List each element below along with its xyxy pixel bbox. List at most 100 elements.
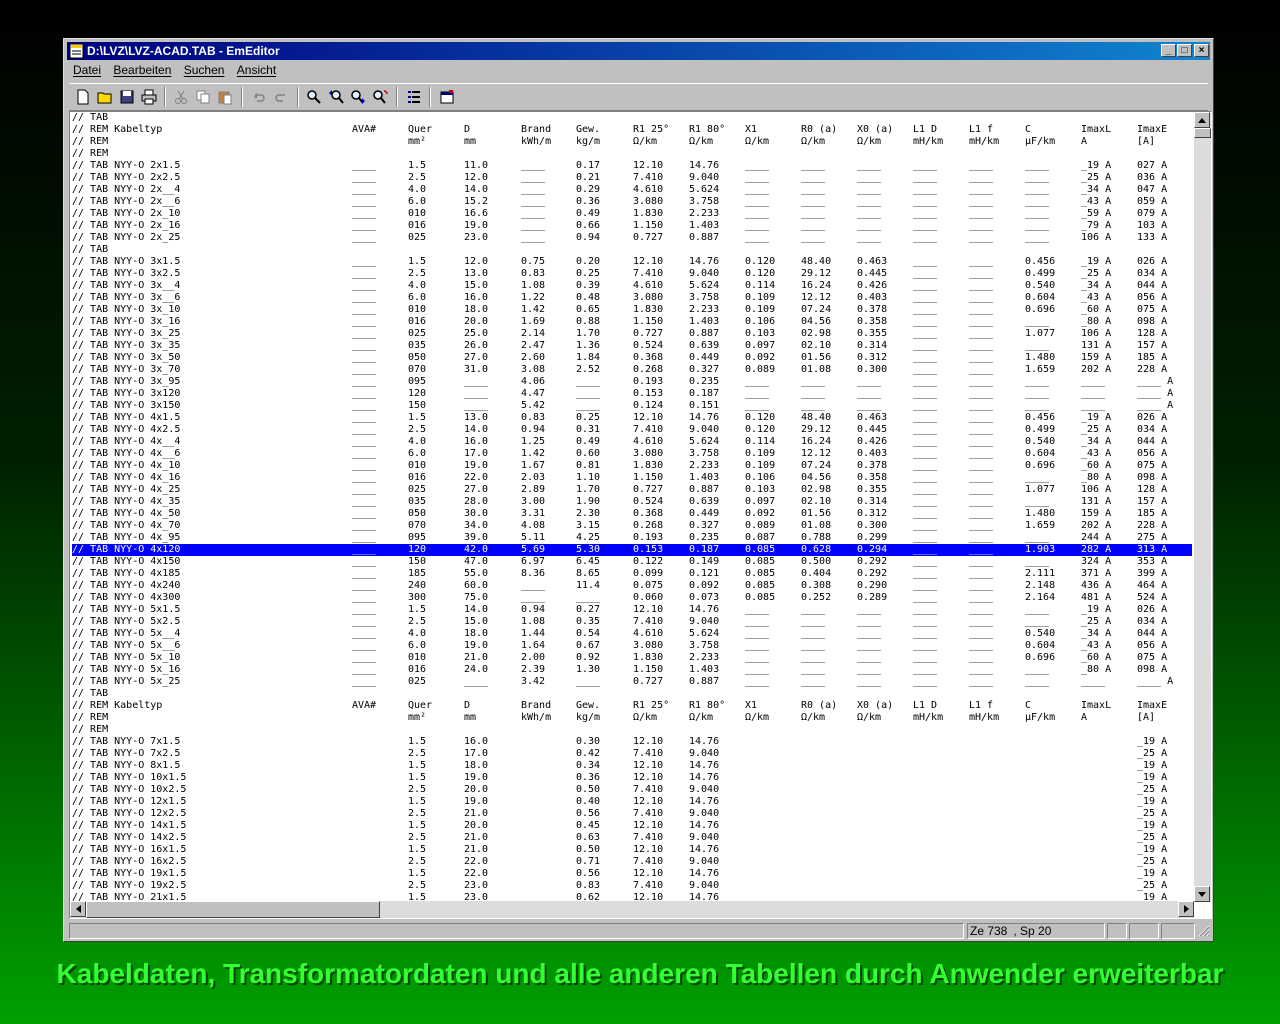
text-line[interactable]: // TAB NYY-O 19x2.5 2.5 23.0 0.83 7.410 9.040… [72, 880, 1192, 892]
text-line[interactable]: // TAB NYY-O 5x2.5 ____ 2.5 15.0 1.08 0.35 7.4… [72, 616, 1192, 628]
text-line[interactable]: // TAB NYY-O 5x1.5 ____ 1.5 14.0 0.94 0.27 12.… [72, 604, 1192, 616]
find-button[interactable] [304, 87, 324, 107]
properties-button[interactable] [404, 87, 424, 107]
text-line[interactable]: // TAB NYY-O 4x_16 ____ 016 22.0 2.03 1.10 1.1… [72, 472, 1192, 484]
text-line[interactable]: // TAB NYY-O 4x300 ____ 300 75.0 ____ ____ 0.0… [72, 592, 1192, 604]
text-line[interactable]: // TAB NYY-O 5x_10 ____ 010 21.0 2.00 0.92 1.8… [72, 652, 1192, 664]
text-line[interactable]: // TAB NYY-O 4x__4 ____ 4.0 16.0 1.25 0.49 4.6… [72, 436, 1192, 448]
text-line[interactable]: // TAB NYY-O 2x__6 ____ 6.0 15.2 ____ 0.36 3.0… [72, 196, 1192, 208]
text-line[interactable]: // TAB NYY-O 12x1.5 1.5 19.0 0.40 12.10 14.76… [72, 796, 1192, 808]
text-line[interactable]: // TAB NYY-O 12x2.5 2.5 21.0 0.56 7.410 9.040… [72, 808, 1192, 820]
emeditor-app-icon[interactable] [69, 43, 85, 59]
text-line[interactable]: // REM mm² mm kWh/m kg/m Ω/km Ω/km Ω/km Ω/km Ω/km… [72, 136, 1192, 148]
replace-button[interactable] [370, 87, 390, 107]
menu-bearbeiten[interactable]: Bearbeiten [113, 63, 171, 77]
close-button[interactable]: × [1194, 44, 1209, 57]
text-line[interactable]: // TAB NYY-O 4x__6 ____ 6.0 17.0 1.42 0.60 3.0… [72, 448, 1192, 460]
text-line[interactable]: // TAB [72, 112, 1192, 124]
paste-button[interactable] [215, 87, 235, 107]
menu-suchen[interactable]: Suchen [184, 63, 225, 77]
text-line[interactable]: // TAB NYY-O 3x__4 ____ 4.0 15.0 1.08 0.39 4.6… [72, 280, 1192, 292]
text-line[interactable]: // TAB NYY-O 16x2.5 2.5 22.0 0.71 7.410 9.040… [72, 856, 1192, 868]
text-line[interactable]: // TAB NYY-O 4x2.5 ____ 2.5 14.0 0.94 0.31 7.4… [72, 424, 1192, 436]
text-line[interactable]: // TAB NYY-O 4x_50 ____ 050 30.0 3.31 2.30 0.3… [72, 508, 1192, 520]
text-line[interactable]: // TAB NYY-O 3x2.5 ____ 2.5 13.0 0.83 0.25 7.4… [72, 268, 1192, 280]
text-line[interactable]: // TAB NYY-O 2x_25 ____ 025 23.0 ____ 0.94 0.7… [72, 232, 1192, 244]
minimize-button[interactable]: _ [1161, 44, 1176, 57]
text-line[interactable]: // TAB NYY-O 2x1.5 ____ 1.5 11.0 ____ 0.17 12.… [72, 160, 1192, 172]
text-line[interactable]: // TAB NYY-O 4x1.5 ____ 1.5 13.0 0.83 0.25 12.… [72, 412, 1192, 424]
text-line[interactable]: // TAB NYY-O 2x2.5 ____ 2.5 12.0 ____ 0.21 7.4… [72, 172, 1192, 184]
text-line[interactable]: // TAB [72, 244, 1192, 256]
text-line[interactable]: // TAB NYY-O 4x150 ____ 150 47.0 6.97 6.45 0.1… [72, 556, 1192, 568]
text-line[interactable]: // TAB NYY-O 5x__4 ____ 4.0 18.0 1.44 0.54 4.6… [72, 628, 1192, 640]
text-line[interactable]: // TAB NYY-O 19x1.5 1.5 22.0 0.56 12.10 14.76… [72, 868, 1192, 880]
text-editor[interactable]: // TAB// REM Kabeltyp AVA# Quer D Brand Gew. R… [69, 111, 1212, 919]
text-line[interactable]: // TAB NYY-O 4x_10 ____ 010 19.0 1.67 0.81 1.8… [72, 460, 1192, 472]
scroll-down-button[interactable] [1194, 886, 1210, 902]
vertical-scroll-thumb[interactable] [1194, 128, 1211, 138]
scroll-right-button[interactable] [1178, 901, 1194, 917]
text-line[interactable]: // TAB NYY-O 10x1.5 1.5 19.0 0.36 12.10 14.76… [72, 772, 1192, 784]
find-next-button[interactable] [348, 87, 368, 107]
text-line[interactable]: // TAB NYY-O 3x_16 ____ 016 20.0 1.69 0.88 1.1… [72, 316, 1192, 328]
horizontal-scroll-thumb[interactable] [86, 901, 380, 918]
open-button[interactable] [95, 87, 115, 107]
text-line[interactable]: // TAB NYY-O 5x_16 ____ 016 24.0 2.39 1.30 1.1… [72, 664, 1192, 676]
text-line[interactable]: // REM [72, 148, 1192, 160]
text-line[interactable]: // REM [72, 724, 1192, 736]
text-line[interactable]: // TAB NYY-O 4x_35 ____ 035 28.0 3.00 1.90 0.5… [72, 496, 1192, 508]
text-line[interactable]: // TAB NYY-O 5x__6 ____ 6.0 19.0 1.64 0.67 3.0… [72, 640, 1192, 652]
text-line[interactable]: // TAB NYY-O 4x120 ____ 120 42.0 5.69 5.30 0.1… [72, 544, 1192, 556]
text-line[interactable]: // TAB NYY-O 16x1.5 1.5 21.0 0.50 12.10 14.76… [72, 844, 1192, 856]
find-previous-button[interactable] [326, 87, 346, 107]
save-button[interactable] [117, 87, 137, 107]
text-line[interactable]: // TAB NYY-O 2x_10 ____ 010 16.6 ____ 0.49 1.8… [72, 208, 1192, 220]
text-line[interactable]: // TAB NYY-O 3x_70 ____ 070 31.0 3.08 2.52 0.2… [72, 364, 1192, 376]
text-area[interactable]: // TAB// REM Kabeltyp AVA# Quer D Brand Gew. R… [72, 112, 1192, 902]
text-line[interactable]: // TAB NYY-O 2x_16 ____ 016 19.0 ____ 0.66 1.1… [72, 220, 1192, 232]
text-line[interactable]: // TAB NYY-O 3x1.5 ____ 1.5 12.0 0.75 0.20 12.… [72, 256, 1192, 268]
copy-button[interactable] [193, 87, 213, 107]
vertical-scrollbar[interactable] [1194, 112, 1211, 902]
redo-button[interactable] [271, 87, 291, 107]
text-line[interactable]: // TAB NYY-O 7x2.5 2.5 17.0 0.42 7.410 9.040 _… [72, 748, 1192, 760]
menu-ansicht[interactable]: Ansicht [237, 63, 276, 77]
text-line[interactable]: // TAB NYY-O 3x120 ____ 120 ____ 4.47 ____ 0.1… [72, 388, 1192, 400]
text-line[interactable]: // TAB NYY-O 3x_25 ____ 025 25.0 2.14 1.70 0.7… [72, 328, 1192, 340]
menu-datei[interactable]: Datei [73, 63, 101, 77]
horizontal-scrollbar[interactable] [70, 901, 1194, 918]
undo-button[interactable] [249, 87, 269, 107]
scroll-up-button[interactable] [1194, 112, 1210, 128]
text-line[interactable]: // TAB NYY-O 7x1.5 1.5 16.0 0.30 12.10 14.76 _… [72, 736, 1192, 748]
text-line[interactable]: // TAB [72, 688, 1192, 700]
text-line[interactable]: // TAB NYY-O 5x_25 ____ 025 ____ 3.42 ____ 0.7… [72, 676, 1192, 688]
text-line[interactable]: // TAB NYY-O 4x240 ____ 240 60.0 ____ 11.4 0.0… [72, 580, 1192, 592]
text-line[interactable]: // TAB NYY-O 8x1.5 1.5 18.0 0.34 12.10 14.76 _… [72, 760, 1192, 772]
resize-grip[interactable] [1198, 925, 1210, 941]
text-line[interactable]: // TAB NYY-O 3x_10 ____ 010 18.0 1.42 0.65 1.8… [72, 304, 1192, 316]
new-file-button[interactable] [73, 87, 93, 107]
text-line[interactable]: // REM Kabeltyp AVA# Quer D Brand Gew. R1 25° R… [72, 124, 1192, 136]
maximize-button[interactable]: □ [1177, 44, 1192, 57]
text-line[interactable]: // TAB NYY-O 14x2.5 2.5 21.0 0.63 7.410 9.040… [72, 832, 1192, 844]
text-line[interactable]: // REM Kabeltyp AVA# Quer D Brand Gew. R1 25° R… [72, 700, 1192, 712]
text-line[interactable]: // TAB NYY-O 3x_50 ____ 050 27.0 2.60 1.84 0.3… [72, 352, 1192, 364]
print-button[interactable] [139, 87, 159, 107]
text-line[interactable]: // TAB NYY-O 4x_25 ____ 025 27.0 2.89 1.70 0.7… [72, 484, 1192, 496]
scroll-left-button[interactable] [70, 901, 86, 917]
text-line[interactable]: // TAB NYY-O 3x_95 ____ 095 ____ 4.06 ____ 0.1… [72, 376, 1192, 388]
text-line[interactable]: // REM mm² mm kWh/m kg/m Ω/km Ω/km Ω/km Ω/km Ω/km… [72, 712, 1192, 724]
text-line[interactable]: // TAB NYY-O 14x1.5 1.5 20.0 0.45 12.10 14.76… [72, 820, 1192, 832]
text-line[interactable]: // TAB NYY-O 4x185 ____ 185 55.0 8.36 8.65 0.0… [72, 568, 1192, 580]
text-line[interactable]: // TAB NYY-O 2x__4 ____ 4.0 14.0 ____ 0.29 4.6… [72, 184, 1192, 196]
window-button[interactable] [437, 87, 457, 107]
text-line[interactable]: // TAB NYY-O 10x2.5 2.5 20.0 0.50 7.410 9.040… [72, 784, 1192, 796]
text-line[interactable]: // TAB NYY-O 3x__6 ____ 6.0 16.0 1.22 0.48 3.0… [72, 292, 1192, 304]
text-line[interactable]: // TAB NYY-O 4x_70 ____ 070 34.0 4.08 3.15 0.2… [72, 520, 1192, 532]
title-bar[interactable]: D:\LVZ\LVZ-ACAD.TAB - EmEditor _ □ × [67, 42, 1210, 60]
cut-button[interactable] [171, 87, 191, 107]
text-line[interactable]: // TAB NYY-O 3x150 ____ 150 ____ 5.42 ____ 0.1… [72, 400, 1192, 412]
text-line[interactable]: // TAB NYY-O 4x_95 ____ 095 39.0 5.11 4.25 0.1… [72, 532, 1192, 544]
text-line[interactable]: // TAB NYY-O 3x_35 ____ 035 26.0 2.47 1.36 0.5… [72, 340, 1192, 352]
